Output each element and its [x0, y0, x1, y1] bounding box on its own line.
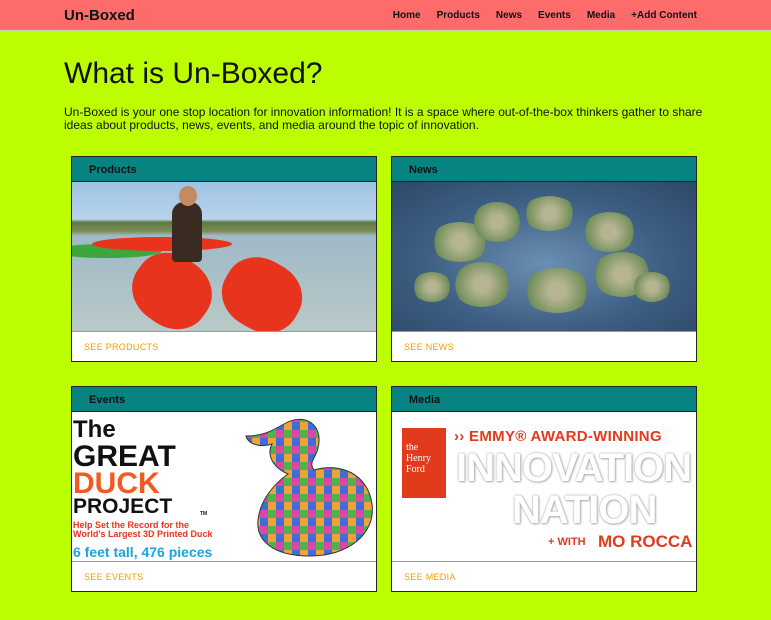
- nav-links: Home Products News Events Media +Add Con…: [393, 10, 697, 21]
- see-events-link[interactable]: SEE EVENTS: [84, 572, 144, 582]
- card-products: Products SEE PRODUCTS: [71, 156, 377, 362]
- card-title: Events: [72, 387, 376, 412]
- card-news: News SEE NEWS: [391, 156, 697, 362]
- card-media: Media the Henry Ford ›› EMMY® AWARD-WINN…: [391, 386, 697, 592]
- nav-link-add-content[interactable]: +Add Content: [631, 10, 697, 21]
- nav-link-media[interactable]: Media: [587, 10, 615, 21]
- card-title: Media: [392, 387, 696, 412]
- intro-text: Un-Boxed is your one stop location for i…: [64, 105, 703, 132]
- card-title: Products: [72, 157, 376, 182]
- see-media-link[interactable]: SEE MEDIA: [404, 572, 456, 582]
- card-events: Events The GREAT DUCK PROJECT TM Help Se…: [71, 386, 377, 592]
- nav-link-news[interactable]: News: [496, 10, 522, 21]
- see-news-link[interactable]: SEE NEWS: [404, 342, 454, 352]
- navbar: Un-Boxed Home Products News Events Media…: [0, 0, 771, 32]
- see-products-link[interactable]: SEE PRODUCTS: [84, 342, 159, 352]
- nav-link-home[interactable]: Home: [393, 10, 421, 21]
- news-image: [392, 182, 696, 332]
- henry-ford-logo: the Henry Ford: [402, 428, 446, 498]
- card-title: News: [392, 157, 696, 182]
- media-image: the Henry Ford ›› EMMY® AWARD-WINNING IN…: [392, 412, 696, 562]
- duck-icon: [245, 418, 373, 557]
- products-image: [72, 182, 376, 332]
- page-title: What is Un-Boxed?: [64, 57, 323, 90]
- brand-logo[interactable]: Un-Boxed: [64, 7, 135, 24]
- nav-link-events[interactable]: Events: [538, 10, 571, 21]
- nav-link-products[interactable]: Products: [437, 10, 480, 21]
- events-image: The GREAT DUCK PROJECT TM Help Set the R…: [72, 412, 376, 562]
